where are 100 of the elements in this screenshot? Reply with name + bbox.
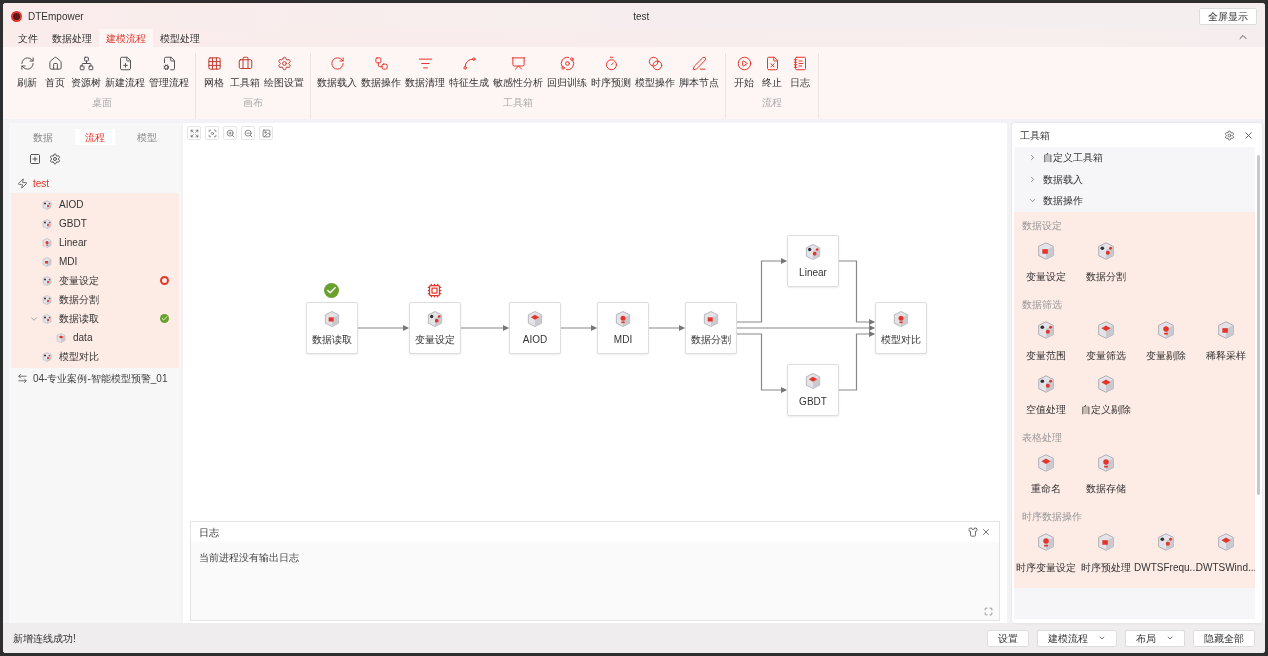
- flow-node[interactable]: 数据读取: [306, 302, 358, 354]
- expand-caret-icon[interactable]: [1028, 174, 1037, 184]
- tool-icon: [1035, 451, 1057, 474]
- log-message: 当前进程没有输出日志: [199, 551, 300, 565]
- status-button[interactable]: 布局: [1125, 629, 1185, 647]
- node-icon: [803, 371, 823, 391]
- node-icon: [41, 293, 53, 306]
- tree-item[interactable]: 变量设定: [59, 273, 157, 288]
- tool-item[interactable]: 变量设定: [1016, 238, 1076, 293]
- expand-icon[interactable]: [187, 126, 201, 140]
- tree-item[interactable]: data: [73, 330, 157, 345]
- ribbon-button[interactable]: 终止: [758, 53, 786, 90]
- flow-node[interactable]: 变量设定: [409, 302, 461, 354]
- status-button[interactable]: 隐藏全部: [1193, 629, 1255, 647]
- tree-item[interactable]: MDI: [59, 254, 157, 269]
- tool-icon: [1215, 530, 1237, 553]
- flow-item[interactable]: 04-专业案例-智能模型预警_01: [33, 370, 168, 386]
- zoom-in-icon[interactable]: [223, 126, 237, 140]
- node-icon: [41, 198, 53, 211]
- tool-item[interactable]: 时序变量设定: [1016, 529, 1076, 584]
- ribbon-group-label: 工具箱: [503, 96, 533, 110]
- ribbon-button[interactable]: 新建流程: [103, 53, 147, 90]
- tool-item[interactable]: 数据存储: [1076, 450, 1136, 505]
- tool-item[interactable]: 重命名: [1016, 450, 1076, 505]
- maximize-icon[interactable]: [984, 607, 993, 616]
- tool-item[interactable]: DWTSWind...: [1196, 529, 1255, 584]
- toolbox-section[interactable]: 自定义工具箱: [1043, 150, 1103, 166]
- ribbon-button[interactable]: 敏感性分析: [491, 53, 545, 90]
- ribbon-button[interactable]: 刷新: [13, 53, 41, 90]
- node-icon: [803, 242, 823, 262]
- tool-item[interactable]: 空值处理: [1016, 371, 1076, 426]
- settings-icon[interactable]: [1224, 129, 1235, 141]
- tool-item[interactable]: 变量范围: [1016, 317, 1076, 372]
- flow-node[interactable]: GBDT: [787, 364, 839, 416]
- ribbon-button[interactable]: 特征生成: [447, 53, 491, 90]
- ribbon-button[interactable]: 数据操作: [359, 53, 403, 90]
- log-title: 日志: [199, 525, 219, 540]
- tree-item[interactable]: Linear: [59, 235, 157, 250]
- ribbon-group-label: 画布: [243, 96, 263, 110]
- panel-tab[interactable]: 数据: [23, 129, 63, 145]
- menu-tab[interactable]: 数据处理: [45, 29, 99, 47]
- tool-icon: [1155, 530, 1177, 553]
- panel-tab[interactable]: 流程: [75, 129, 115, 145]
- tree-item[interactable]: 数据分割: [59, 292, 157, 307]
- fullscreen-button[interactable]: 全屏显示: [1199, 7, 1257, 25]
- image-icon[interactable]: [259, 126, 273, 140]
- expand-caret-icon[interactable]: [1028, 153, 1037, 163]
- ribbon-button[interactable]: 数据清理: [403, 53, 447, 90]
- tool-item[interactable]: DWTSFrequ...: [1136, 529, 1196, 584]
- toolbox-section[interactable]: 数据载入: [1043, 171, 1083, 187]
- flow-node[interactable]: MDI: [597, 302, 649, 354]
- ribbon-button[interactable]: 回归训练: [545, 53, 589, 90]
- ribbon-button[interactable]: 网格: [200, 53, 228, 90]
- node-icon: [55, 331, 67, 344]
- tool-item[interactable]: 数据分割: [1076, 238, 1136, 293]
- menu-tab[interactable]: 文件: [11, 29, 45, 47]
- scrollbar[interactable]: [1257, 155, 1260, 495]
- ribbon-button[interactable]: 时序预测: [589, 53, 633, 90]
- status-button[interactable]: 设置: [987, 629, 1029, 647]
- status-button[interactable]: 建模流程: [1037, 629, 1117, 647]
- close-icon[interactable]: [1243, 129, 1254, 141]
- tree-item[interactable]: AIOD: [59, 197, 157, 212]
- tool-icon: [1035, 530, 1057, 553]
- ribbon-button[interactable]: 脚本节点: [677, 53, 721, 90]
- settings-icon[interactable]: [49, 153, 61, 165]
- ribbon-button[interactable]: 管理流程: [147, 53, 191, 90]
- ribbon-button[interactable]: 数据载入: [315, 53, 359, 90]
- tree-item[interactable]: 模型对比: [59, 349, 157, 364]
- ribbon-button[interactable]: 日志: [786, 53, 814, 90]
- tool-item[interactable]: 自定义剔除: [1076, 371, 1136, 426]
- connector-arrow: [736, 258, 787, 323]
- menu-tab[interactable]: 模型处理: [153, 29, 207, 47]
- ribbon-button[interactable]: 开始: [730, 53, 758, 90]
- zoom-out-icon[interactable]: [241, 126, 255, 140]
- ribbon-button[interactable]: 工具箱: [228, 53, 262, 90]
- tool-item[interactable]: 变量筛选: [1076, 317, 1136, 372]
- flow-node[interactable]: 数据分割: [685, 302, 737, 354]
- tree-item[interactable]: GBDT: [59, 216, 157, 231]
- tree-item[interactable]: 数据读取: [59, 311, 157, 326]
- flow-node[interactable]: Linear: [787, 235, 839, 287]
- ribbon-button[interactable]: 资源树: [69, 53, 103, 90]
- ribbon-button[interactable]: 模型操作: [633, 53, 677, 90]
- flow-node[interactable]: AIOD: [509, 302, 561, 354]
- connector-arrow: [357, 325, 409, 331]
- close-icon[interactable]: [981, 527, 991, 537]
- tool-item[interactable]: 变量剔除: [1136, 317, 1196, 372]
- tool-item[interactable]: 时序预处理: [1076, 529, 1136, 584]
- flow-item[interactable]: test: [33, 175, 50, 191]
- panel-tab[interactable]: 模型: [127, 129, 167, 145]
- node-label: Linear: [799, 266, 827, 280]
- tool-item[interactable]: 稀释采样: [1196, 317, 1255, 372]
- ribbon-button[interactable]: 首页: [41, 53, 69, 90]
- node-icon: [425, 309, 445, 329]
- tool-icon: [1095, 318, 1117, 341]
- flow-node[interactable]: 模型对比: [875, 302, 927, 354]
- focus-icon[interactable]: [205, 126, 219, 140]
- toolbox-section[interactable]: 数据操作: [1043, 193, 1083, 209]
- ribbon-button[interactable]: 绘图设置: [262, 53, 306, 90]
- add-icon[interactable]: [29, 153, 41, 165]
- menu-tab[interactable]: 建模流程: [99, 29, 153, 47]
